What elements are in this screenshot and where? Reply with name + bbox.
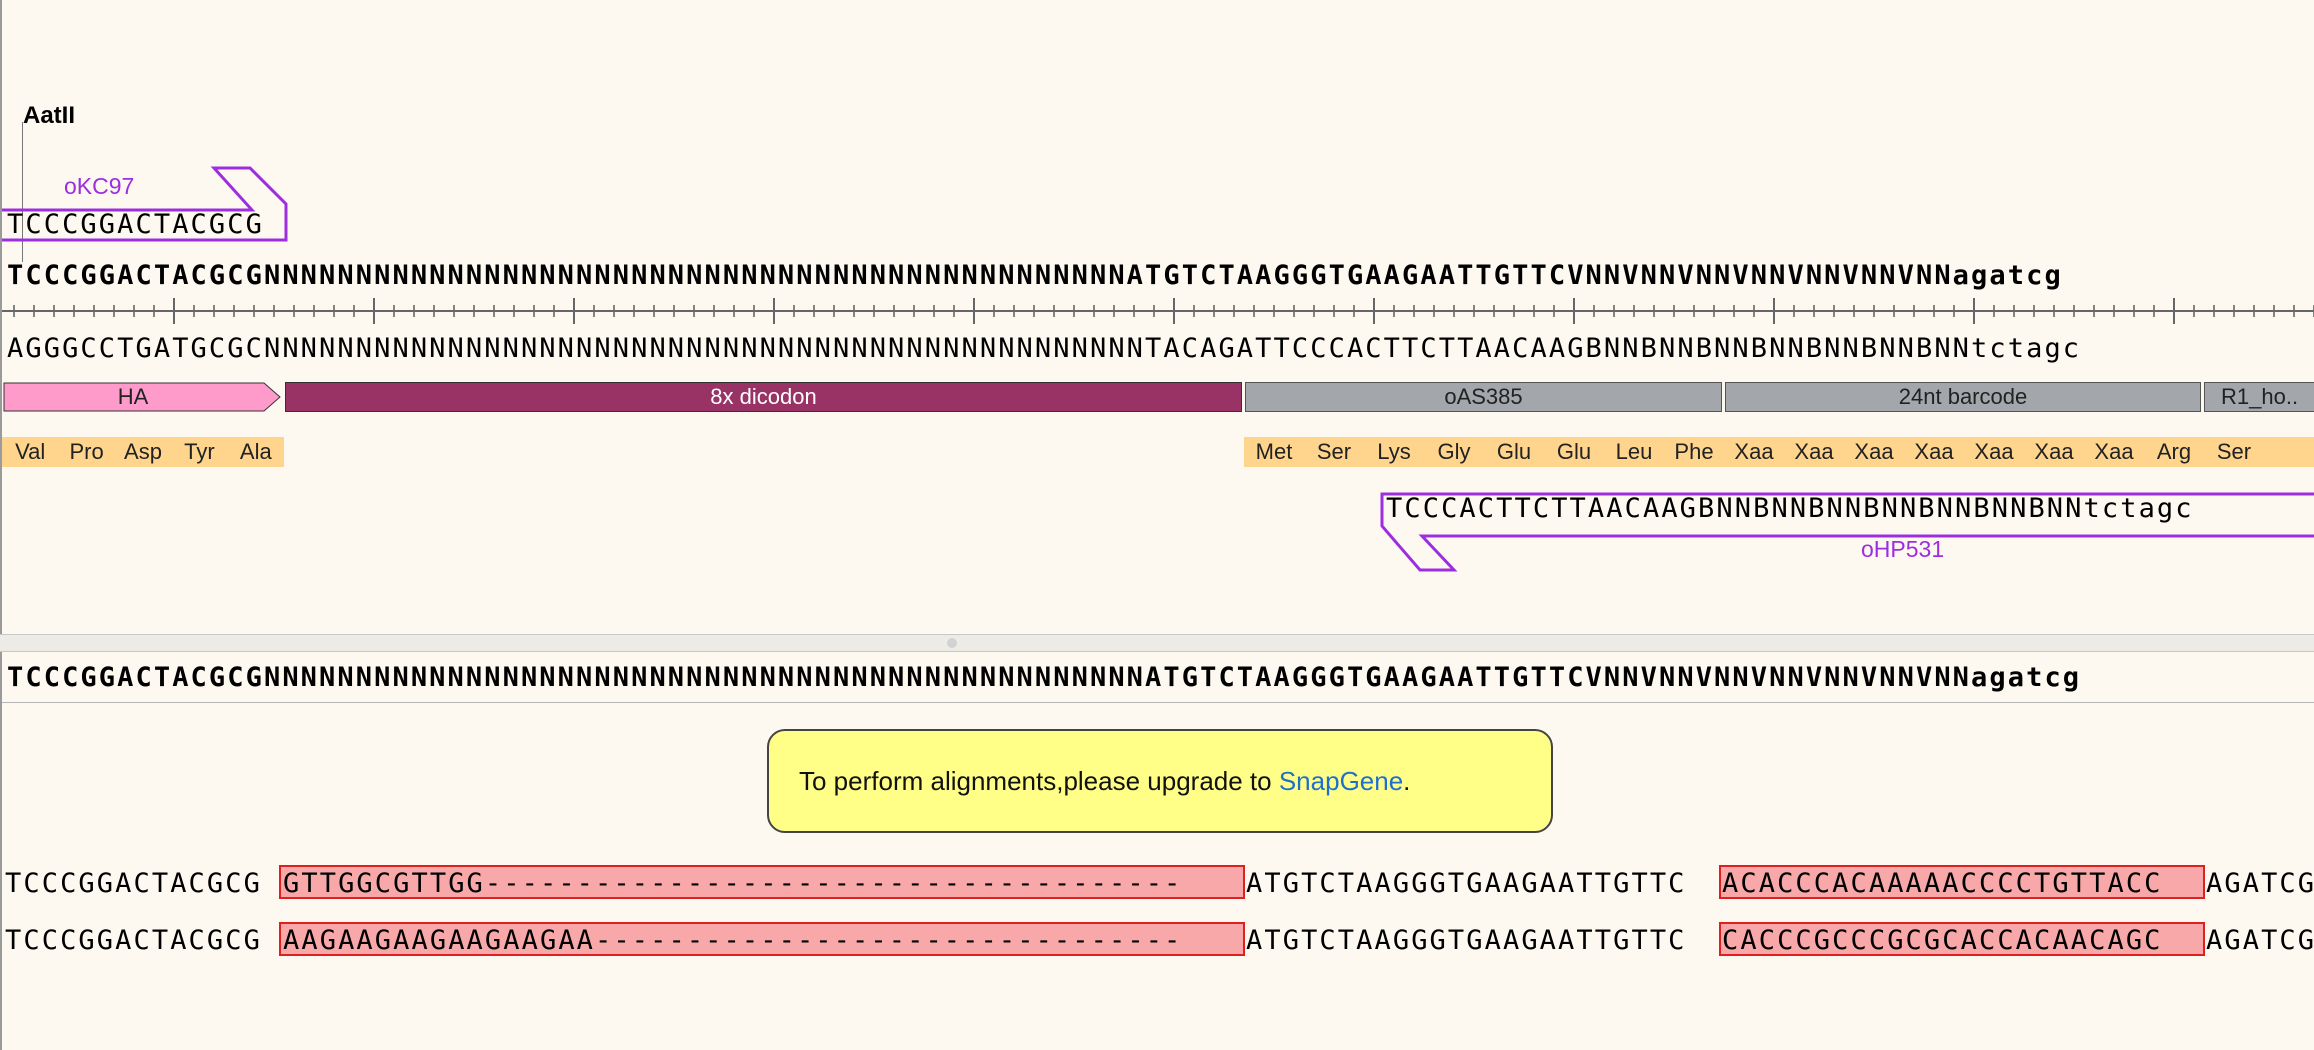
splitter-grip-icon[interactable] [947, 638, 957, 648]
read-2-suffix: AGATCG [2206, 925, 2314, 956]
translation-right: Met Ser Lys Gly Glu Glu Leu Phe Xaa Xaa Xaa Xaa Xaa X… [1244, 437, 2314, 467]
reference-divider [2, 702, 2314, 703]
amino-acid-right-11: Xaa [1914, 439, 1954, 464]
read-1-insert: GTTGGCGTTGG-----------------------------… [283, 868, 1183, 899]
alignment-reference-sequence: TCCCGGACTACGCGNNNNNNNNNNNNNNNNNNNNNNNNNN… [7, 662, 2082, 693]
amino-acid-right-4: Glu [1496, 439, 1532, 464]
enzyme-label-aatii[interactable]: AatII [23, 102, 75, 130]
top-strand-sequence[interactable]: TCCCGGACTACGCGNNNNNNNNNNNNNNNNNNNNNNNNNN… [7, 260, 2063, 291]
amino-acid-left-3: Tyr [184, 439, 215, 464]
amino-acid-right-16: Ser [2216, 439, 2252, 464]
feature-r1-ho[interactable]: R1_ho.. [2204, 382, 2314, 412]
read-2-insert: AAGAAGAAGAAGAAGAA-----------------------… [283, 925, 1183, 956]
translation-left: Val Pro Asp Tyr Ala [2, 437, 284, 467]
position-ruler [2, 298, 2314, 324]
amino-acid-right-9: Xaa [1794, 439, 1834, 464]
read-1-barcode: ACACCCACAAAAACCCCTGTTACC [1722, 868, 2163, 899]
reverse-primer-name[interactable]: oHP531 [1861, 536, 1944, 563]
read-2-prefix: TCCCGGACTACGCG [5, 925, 262, 956]
feature-8x-dicodon[interactable]: 8x dicodon [285, 382, 1242, 412]
amino-acid-right-6: Leu [1615, 439, 1653, 464]
amino-acid-right-7: Phe [1674, 439, 1714, 464]
amino-acid-left-4: Ala [239, 439, 272, 464]
feature-24nt-barcode[interactable]: 24nt barcode [1725, 382, 2201, 412]
amino-acid-left-0: Val [15, 439, 46, 464]
bottom-strand-sequence[interactable]: AGGGCCTGATGCGCNNNNNNNNNNNNNNNNNNNNNNNNNN… [7, 333, 2081, 364]
amino-acid-right-2: Lys [1377, 439, 1411, 464]
amino-acid-left-2: Asp [124, 439, 162, 464]
read-2-barcode: CACCCGCCCGCGCACCACAACAGC [1722, 925, 2163, 956]
pane-splitter[interactable] [0, 634, 2314, 652]
snapgene-link[interactable]: SnapGene [1279, 766, 1403, 797]
sequence-map-pane[interactable]: AatII oKC97 TCCCGGACTACGCG TCCCGGACTACGC… [0, 0, 2314, 634]
amino-acid-right-14: Xaa [2094, 439, 2134, 464]
amino-acid-right-13: Xaa [2034, 439, 2074, 464]
upgrade-message: To perform alignments,please upgrade to [799, 765, 1279, 796]
alignment-pane[interactable]: TCCCGGACTACGCGNNNNNNNNNNNNNNNNNNNNNNNNNN… [0, 652, 2314, 1050]
upgrade-period: . [1403, 765, 1411, 796]
read-2-middle: ATGTCTAAGGGTGAAGAATTGTTC [1246, 925, 1687, 956]
amino-acid-right-5: Glu [1556, 439, 1592, 464]
aligned-read-2[interactable]: TCCCGGACTACGCG AAGAAGAAGAAGAAGAA--------… [0, 919, 2314, 959]
forward-primer-sequence: TCCCGGACTACGCG [7, 209, 264, 240]
read-1-suffix: AGATCG [2206, 868, 2314, 899]
amino-acid-right-3: Gly [1437, 439, 1471, 464]
feature-oas385[interactable]: oAS385 [1245, 382, 1722, 412]
amino-acid-right-8: Xaa [1734, 439, 1774, 464]
amino-acid-right-15: Arg [2156, 439, 2192, 464]
amino-acid-right-12: Xaa [1974, 439, 2014, 464]
amino-acid-right-0: Met [1255, 439, 1293, 464]
reverse-primer-sequence: TCCCACTTCTTAACAAGBNNBNNBNNBNNBNNBNNBNNtc… [1386, 493, 2194, 524]
aligned-read-1[interactable]: TCCCGGACTACGCG GTTGGCGTTGG--------------… [0, 862, 2314, 902]
read-1-middle: ATGTCTAAGGGTGAAGAATTGTTC [1246, 868, 1687, 899]
forward-primer-name[interactable]: oKC97 [64, 173, 134, 200]
amino-acid-left-1: Pro [69, 439, 104, 464]
read-1-prefix: TCCCGGACTACGCG [5, 868, 262, 899]
upgrade-notice: To perform alignments,please upgrade to … [767, 729, 1553, 833]
amino-acid-right-1: Ser [1316, 439, 1352, 464]
amino-acid-right-10: Xaa [1854, 439, 1894, 464]
feature-ha-label: HA [117, 384, 149, 409]
